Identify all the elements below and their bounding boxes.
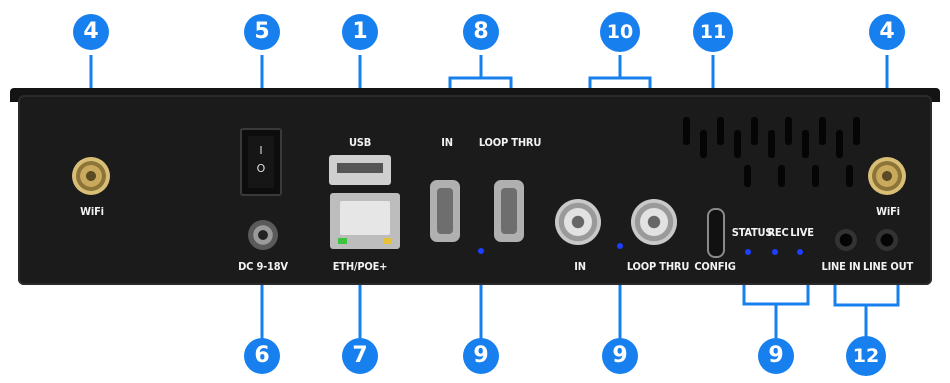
callout-led-status: 9 [758,338,794,374]
callout-hdmi: 8 [463,14,499,50]
device-rear-panel [18,95,932,285]
status-led [745,249,751,255]
hdmi-in-label: IN [441,136,453,149]
sdi-in-label: IN [574,260,586,273]
line-out-label: LINE OUT [862,260,914,273]
status-label: STATUS [731,226,773,239]
usb-c-config-port [707,208,725,258]
dc-power-jack [248,220,278,250]
eth-activity-led [383,238,392,244]
callout-led-hdmi: 9 [463,338,499,374]
hdmi-loop-port [494,180,524,242]
rec-led [772,249,778,255]
callout-audio: 12 [846,336,886,376]
sdi-loop-connector [631,199,677,245]
config-label: CONFIG [694,260,736,273]
line-in-jack [835,229,857,251]
live-led [797,249,803,255]
rec-label: REC [767,226,789,239]
callout-power: 5 [244,14,280,50]
callout-sdi: 10 [600,12,640,52]
usb-label: USB [348,136,372,149]
sdi-status-led [617,243,623,249]
line-out-jack [876,229,898,251]
wifi-label-right: WiFi [876,205,900,218]
switch-off-mark: O [256,162,266,175]
usb-port [329,155,391,185]
eth-link-led [338,238,347,244]
wifi-antenna-connector-left [72,157,110,195]
switch-on-mark: I [259,144,263,157]
hdmi-loop-label: LOOP THRU [478,136,542,149]
callout-eth: 7 [342,338,378,374]
callout-wifi-right: 4 [869,14,905,50]
callout-wifi-left: 4 [73,14,109,50]
callout-led-sdi: 9 [602,338,638,374]
callout-usb: 1 [342,14,378,50]
wifi-label-left: WiFi [80,205,104,218]
callout-usbc: 11 [693,12,733,52]
live-label: LIVE [790,226,814,239]
wifi-antenna-connector-right [868,157,906,195]
eth-label: ETH/POE+ [332,260,388,273]
power-switch[interactable]: I O [240,128,282,196]
sdi-in-connector [555,199,601,245]
dc-label: DC 9-18V [238,260,288,273]
ethernet-port [330,193,400,249]
hdmi-status-led [478,248,484,254]
sdi-loop-label: LOOP THRU [626,260,690,273]
line-in-label: LINE IN [821,260,861,273]
callout-dc: 6 [244,338,280,374]
hdmi-in-port [430,180,460,242]
